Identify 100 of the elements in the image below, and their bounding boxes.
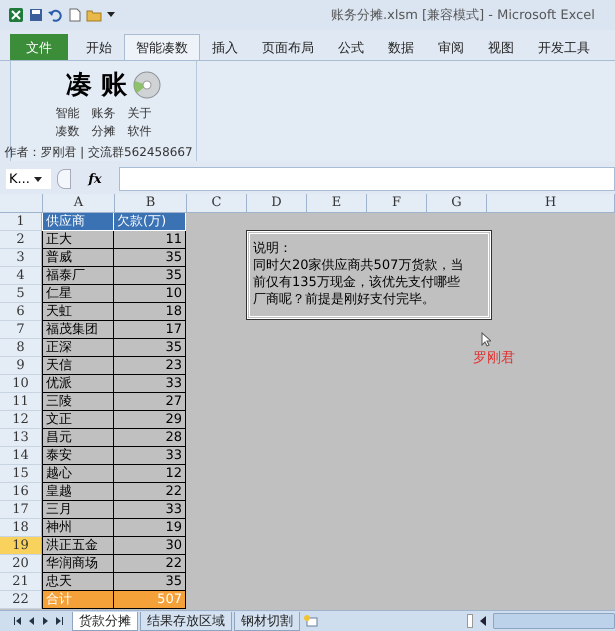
- row-header[interactable]: 12: [0, 411, 42, 429]
- row-header[interactable]: 8: [0, 339, 42, 357]
- file-tab[interactable]: 文件: [10, 34, 68, 60]
- column-header[interactable]: A: [43, 194, 115, 212]
- row-header[interactable]: 2: [0, 231, 42, 249]
- column-header[interactable]: E: [307, 194, 367, 212]
- split-handle[interactable]: [467, 614, 473, 628]
- sheet-nav-icon[interactable]: [54, 616, 64, 626]
- note-heading: 说明：: [253, 240, 293, 257]
- ribbon-tab[interactable]: 页面布局: [250, 34, 326, 60]
- row-header[interactable]: 1: [0, 213, 42, 231]
- row-header[interactable]: 17: [0, 501, 42, 519]
- column-header[interactable]: C: [187, 194, 247, 212]
- table-cell: 供应商: [42, 213, 114, 231]
- new-document-icon[interactable]: [69, 8, 81, 22]
- table-cell: 27: [114, 393, 186, 411]
- table-cell: 18: [114, 303, 186, 321]
- ribbon-button[interactable]: 账务 分摊: [92, 104, 116, 140]
- folder-icon[interactable]: [86, 8, 102, 22]
- table-cell: 三陵: [42, 393, 114, 411]
- table-cell: 华润商场: [42, 555, 114, 573]
- ribbon-tab[interactable]: 开发工具: [526, 34, 602, 60]
- table-cell: 35: [114, 267, 186, 285]
- table-cell: 23: [114, 357, 186, 375]
- new-sheet-icon[interactable]: [302, 614, 320, 628]
- save-icon[interactable]: [29, 8, 43, 22]
- column-header[interactable]: G: [427, 194, 487, 212]
- table-cell: 天信: [42, 357, 114, 375]
- table-cell: 昌元: [42, 429, 114, 447]
- column-header[interactable]: D: [247, 194, 307, 212]
- excel-icon[interactable]: [8, 7, 24, 23]
- row-header[interactable]: 13: [0, 429, 42, 447]
- sheet-nav-icon[interactable]: [12, 616, 22, 626]
- table-cell: 神州: [42, 519, 114, 537]
- row-header[interactable]: 4: [0, 267, 42, 285]
- column-header[interactable]: F: [367, 194, 427, 212]
- column-header[interactable]: B: [115, 194, 187, 212]
- sheet-tab[interactable]: 钢材切割: [234, 612, 300, 630]
- table-cell: 33: [114, 375, 186, 393]
- ribbon-tab[interactable]: 开始: [74, 34, 124, 60]
- row-header[interactable]: 18: [0, 519, 42, 537]
- ribbon-tab[interactable]: 智能凑数: [124, 34, 200, 60]
- row-header[interactable]: 22: [0, 591, 42, 609]
- row-header[interactable]: 19: [0, 537, 42, 555]
- table-cell: 507: [114, 591, 186, 609]
- ribbon-tab[interactable]: 视图: [476, 34, 526, 60]
- note-text: 厂商呢？前提是刚好支付完毕。: [253, 291, 436, 308]
- formula-input[interactable]: [119, 167, 615, 191]
- row-header[interactable]: 9: [0, 357, 42, 375]
- name-box[interactable]: K...: [6, 169, 51, 189]
- table-cell: 正大: [42, 231, 114, 249]
- logo-text: 凑 账: [66, 69, 128, 102]
- ribbon-button[interactable]: 关于 软件: [128, 104, 152, 140]
- table-cell: 19: [114, 519, 186, 537]
- row-header[interactable]: 20: [0, 555, 42, 573]
- table-cell: 12: [114, 465, 186, 483]
- table-cell: 文正: [42, 411, 114, 429]
- scroll-left-icon[interactable]: [479, 616, 487, 626]
- table-cell: 33: [114, 447, 186, 465]
- ribbon-tab[interactable]: 公式: [326, 34, 376, 60]
- table-cell: 福茂集团: [42, 321, 114, 339]
- column-header[interactable]: H: [487, 194, 615, 212]
- ribbon-tab[interactable]: 插入: [200, 34, 250, 60]
- table-cell: 皇越: [42, 483, 114, 501]
- ribbon-tab[interactable]: 数据: [376, 34, 426, 60]
- table-cell: 越心: [42, 465, 114, 483]
- insert-function-button[interactable]: fx: [77, 172, 113, 186]
- row-header[interactable]: 21: [0, 573, 42, 591]
- undo-icon[interactable]: [48, 8, 64, 22]
- row-header[interactable]: 7: [0, 321, 42, 339]
- table-cell: 正深: [42, 339, 114, 357]
- row-header[interactable]: 5: [0, 285, 42, 303]
- table-cell: 普威: [42, 249, 114, 267]
- table-cell: 天虹: [42, 303, 114, 321]
- table-cell: 22: [114, 555, 186, 573]
- row-header[interactable]: 15: [0, 465, 42, 483]
- disc-icon[interactable]: [133, 70, 162, 98]
- row-header[interactable]: 6: [0, 303, 42, 321]
- table-cell: 仁星: [42, 285, 114, 303]
- ribbon-tab[interactable]: 审阅: [426, 34, 476, 60]
- table-cell: 忠天: [42, 573, 114, 591]
- note-text: 同时欠20家供应商共507万货款，当: [253, 257, 464, 274]
- row-header[interactable]: 10: [0, 375, 42, 393]
- row-header[interactable]: 14: [0, 447, 42, 465]
- expand-handle[interactable]: [57, 169, 71, 189]
- table-cell: 35: [114, 339, 186, 357]
- table-cell: 合计: [42, 591, 114, 609]
- dropdown-icon[interactable]: [107, 12, 115, 18]
- sheet-tab[interactable]: 货款分摊: [72, 612, 138, 630]
- table-cell: 福泰厂: [42, 267, 114, 285]
- sheet-tab[interactable]: 结果存放区域: [140, 612, 232, 630]
- note-text: 前仅有135万现金，该优先支付哪些: [253, 274, 461, 291]
- table-cell: 三月: [42, 501, 114, 519]
- row-header[interactable]: 11: [0, 393, 42, 411]
- table-cell: 优派: [42, 375, 114, 393]
- row-header[interactable]: 16: [0, 483, 42, 501]
- ribbon-button[interactable]: 智能 凑数: [56, 104, 80, 140]
- row-header[interactable]: 3: [0, 249, 42, 267]
- horizontal-scrollbar[interactable]: [493, 613, 615, 629]
- table-cell: 洪正五金: [42, 537, 114, 555]
